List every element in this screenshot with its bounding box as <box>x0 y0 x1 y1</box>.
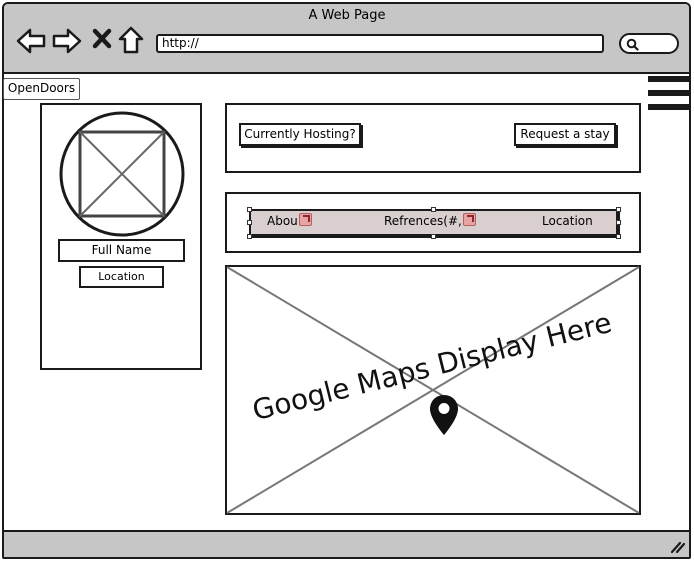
profile-location-field: Location <box>79 266 164 288</box>
map-pin-icon <box>430 395 458 435</box>
full-name-field: Full Name <box>58 239 185 262</box>
window-title: A Web Page <box>308 8 386 23</box>
selection-handle <box>431 234 436 239</box>
currently-hosting-button[interactable]: Currently Hosting? <box>239 123 361 146</box>
status-bar <box>4 530 689 557</box>
opendoors-logo-button[interactable]: OpenDoors <box>3 78 80 100</box>
close-x-icon[interactable] <box>91 28 113 50</box>
avatar[interactable] <box>58 110 186 238</box>
search-icon <box>626 38 639 51</box>
selection-handle <box>616 207 621 212</box>
selection-handle <box>247 207 252 212</box>
selection-handle <box>616 234 621 239</box>
tab-references[interactable]: Refrences(#, <box>384 210 476 233</box>
selection-handle <box>616 220 621 225</box>
home-icon[interactable] <box>118 26 144 54</box>
address-text: http:// <box>162 36 199 50</box>
tab-location-label: Location <box>542 214 593 228</box>
request-stay-button[interactable]: Request a stay <box>514 123 616 146</box>
tab-references-label: Refrences(#, <box>384 214 462 228</box>
link-icon <box>298 213 312 226</box>
tab-location[interactable]: Location <box>542 210 593 233</box>
link-icon <box>462 213 476 226</box>
resize-grip-icon[interactable] <box>668 538 686 554</box>
selection-handle <box>247 234 252 239</box>
address-bar[interactable]: http:// <box>156 34 604 53</box>
hamburger-menu-icon[interactable] <box>647 74 689 112</box>
tab-about[interactable]: Abou <box>267 210 312 233</box>
selection-handle <box>247 220 252 225</box>
forward-arrow-icon[interactable] <box>52 28 82 54</box>
browser-search-box[interactable] <box>619 33 679 54</box>
back-arrow-icon[interactable] <box>16 28 46 54</box>
tab-about-label: Abou <box>267 214 298 228</box>
